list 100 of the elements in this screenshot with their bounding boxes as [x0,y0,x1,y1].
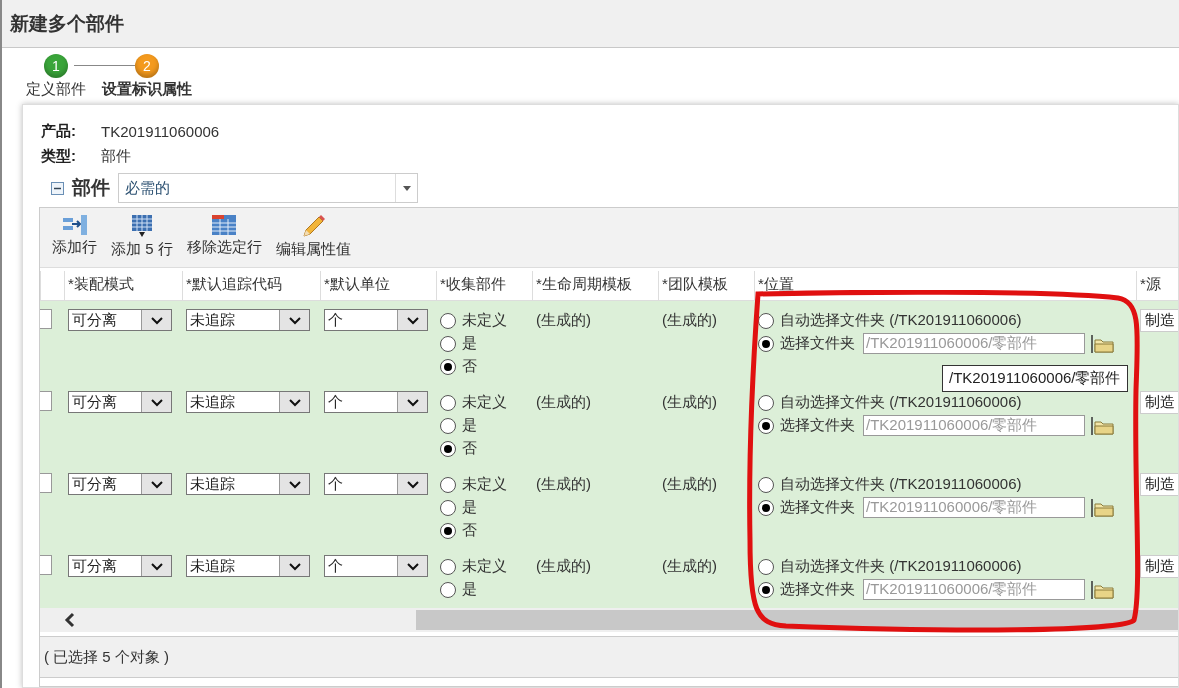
row-checkbox[interactable] [40,309,52,329]
table-cell-text: (生成的) [536,556,591,576]
source-dropdown[interactable]: 制造 [1140,473,1178,496]
radio-label: 否 [462,521,477,540]
chevron-down-icon [287,479,302,489]
radio-button[interactable] [440,417,456,434]
folder-icon[interactable] [1091,333,1115,354]
dropdown[interactable]: 可分离 [68,473,172,495]
column-header[interactable]: *默认单位 [320,271,436,300]
step-label: 设置标识属性 [102,80,192,99]
radio-button[interactable] [758,558,774,575]
chevron-down-icon [405,479,420,489]
dropdown[interactable]: 未追踪 [186,309,310,331]
radio-label: 是 [462,334,477,353]
radio-button[interactable] [758,312,774,329]
radio-button[interactable] [440,335,456,352]
column-header[interactable]: *默认追踪代码 [182,271,320,300]
radio-button[interactable] [440,558,456,575]
filter-dropdown[interactable]: 必需的 [118,173,418,203]
step-number: 1 [44,54,68,78]
chevron-down-icon [149,315,164,325]
column-header[interactable]: *收集部件 [436,271,532,300]
pencil-icon [300,214,327,238]
column-header[interactable]: *源 [1136,271,1179,300]
chevron-down-icon [287,315,302,325]
radio-label: 选择文件夹 [780,416,855,435]
scroll-left-icon[interactable] [64,612,76,628]
dropdown[interactable]: 可分离 [68,555,172,577]
radio-button[interactable] [758,394,774,411]
column-header[interactable]: *位置 [754,271,1136,300]
table-cell-text: (生成的) [662,392,717,412]
dropdown[interactable]: 个 [324,473,428,495]
folder-icon[interactable] [1091,415,1115,436]
dropdown[interactable]: 未追踪 [186,391,310,413]
table-cell-text: (生成的) [536,310,591,330]
radio-label: 是 [462,498,477,517]
table-cell-text: (生成的) [536,474,591,494]
info-value: TK201911060006 [101,123,220,140]
row-checkbox[interactable] [40,473,52,493]
dropdown[interactable]: 可分离 [68,391,172,413]
chevron-down-icon [405,397,420,407]
chevron-down-icon [405,561,420,571]
radio-label: 自动选择文件夹 (/TK201911060006) [780,557,1022,576]
radio-button[interactable] [440,358,456,375]
radio-button[interactable] [758,476,774,493]
table-cell-text: (生成的) [662,310,717,330]
column-header[interactable]: *团队模板 [658,271,754,300]
radio-label: 未定义 [462,393,507,412]
status-text: ( 已选择 5 个对象 ) [44,647,169,667]
column-header[interactable]: *装配模式 [64,271,182,300]
radio-button[interactable] [440,312,456,329]
dropdown[interactable]: 个 [324,555,428,577]
row-checkbox[interactable] [40,555,52,575]
caret-icon [402,185,411,191]
folder-icon[interactable] [1091,579,1115,600]
chevron-down-icon [287,397,302,407]
table-arrow-icon [61,214,88,236]
grid-icon [129,214,154,238]
scrollbar-thumb[interactable] [416,610,1178,630]
dropdown[interactable]: 未追踪 [186,473,310,495]
toolbar-button[interactable]: 移除选定行 [186,214,262,267]
radio-button[interactable] [440,522,456,539]
chevron-down-icon [149,479,164,489]
step-label: 定义部件 [26,80,86,99]
tooltip: /TK201911060006/零部件 [942,365,1128,392]
toolbar-button[interactable]: 添加 5 行 [111,214,173,267]
dropdown[interactable]: 个 [324,391,428,413]
radio-label: 否 [462,357,477,376]
radio-label: 未定义 [462,557,507,576]
column-header[interactable]: *生命周期模板 [532,271,658,300]
radio-button[interactable] [440,394,456,411]
radio-button[interactable] [440,476,456,493]
dropdown[interactable]: 未追踪 [186,555,310,577]
chevron-down-icon [287,561,302,571]
step-number: 2 [135,54,159,78]
source-dropdown[interactable]: 制造 [1140,309,1178,332]
toolbar-button[interactable]: 编辑属性值 [275,214,351,267]
radio-button[interactable] [440,499,456,516]
source-dropdown[interactable]: 制造 [1140,391,1178,414]
radio-label: 自动选择文件夹 (/TK201911060006) [780,475,1022,494]
chevron-down-icon [149,561,164,571]
info-value: 部件 [101,147,131,166]
row-checkbox[interactable] [40,391,52,411]
folder-icon[interactable] [1091,497,1115,518]
radio-button[interactable] [440,581,456,598]
radio-label: 未定义 [462,311,507,330]
collapse-button[interactable] [51,181,64,195]
radio-label: 是 [462,580,477,599]
chevron-down-icon [405,315,420,325]
dropdown[interactable]: 可分离 [68,309,172,331]
info-label: 类型: [41,147,77,166]
radio-label: 未定义 [462,475,507,494]
radio-label: 选择文件夹 [780,334,855,353]
radio-label: 自动选择文件夹 (/TK201911060006) [780,393,1022,412]
source-dropdown[interactable]: 制造 [1140,555,1178,578]
radio-label: 是 [462,416,477,435]
radio-label: 选择文件夹 [780,498,855,517]
toolbar-button[interactable]: 添加行 [52,214,97,267]
dropdown[interactable]: 个 [324,309,428,331]
radio-button[interactable] [440,440,456,457]
